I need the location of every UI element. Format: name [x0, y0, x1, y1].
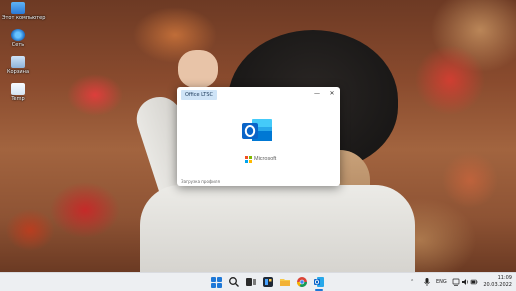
close-button[interactable]: ✕ — [327, 89, 337, 99]
desktop-icon-temp[interactable]: Temp — [2, 83, 34, 102]
recycle-bin-icon — [11, 56, 25, 68]
desktop-icons: Этот компьютер Сеть Корзина Temp — [2, 2, 46, 110]
clock-date: 20.03.2022 — [483, 282, 512, 288]
network-icon — [11, 29, 25, 41]
network-status-icon[interactable] — [452, 273, 460, 291]
folder-icon — [11, 83, 25, 95]
desktop-icon-label: Temp — [11, 96, 25, 102]
outlook-taskbar-icon[interactable] — [313, 276, 325, 288]
computer-icon — [11, 2, 25, 14]
microsoft-wordmark: Microsoft — [254, 156, 277, 162]
outlook-splash-window[interactable]: Office LTSC — ✕ Microsoft Загрузка профи… — [177, 87, 340, 186]
outlook-icon — [242, 119, 272, 141]
language-indicator[interactable]: ENG — [436, 273, 447, 291]
desktop-icon-label: Корзина — [6, 69, 30, 75]
loading-status-text: Загрузка профиля — [181, 179, 220, 184]
task-view-icon[interactable] — [245, 276, 257, 288]
wallpaper-hand — [178, 50, 218, 88]
microphone-icon[interactable] — [423, 273, 431, 291]
desktop-icon-recycle-bin[interactable]: Корзина — [2, 56, 34, 75]
taskbar: ⌃ ENG 11:09 20.03.2022 — [0, 272, 516, 291]
microsoft-brand: Microsoft — [245, 155, 276, 163]
desktop-icon-network[interactable]: Сеть — [2, 29, 34, 48]
minimize-button[interactable]: — — [312, 89, 322, 99]
search-icon[interactable] — [228, 276, 240, 288]
widgets-icon[interactable] — [262, 276, 274, 288]
wallpaper-sweater — [140, 185, 415, 272]
desktop-icon-label: Этот компьютер — [2, 15, 46, 21]
start-icon[interactable] — [211, 277, 222, 288]
battery-icon[interactable] — [470, 273, 478, 291]
desktop-icon-this-pc[interactable]: Этот компьютер — [2, 2, 46, 21]
show-hidden-icons-button[interactable]: ⌃ — [410, 273, 414, 291]
clock-time: 11:09 — [497, 275, 512, 281]
desktop-icon-label: Сеть — [11, 42, 25, 48]
volume-icon[interactable] — [461, 273, 469, 291]
microsoft-logo-icon — [245, 155, 252, 163]
office-edition-badge: Office LTSC — [181, 90, 218, 100]
system-clock[interactable]: 11:09 20.03.2022 — [478, 275, 512, 289]
file-explorer-icon[interactable] — [279, 276, 291, 288]
chrome-icon[interactable] — [296, 276, 308, 288]
